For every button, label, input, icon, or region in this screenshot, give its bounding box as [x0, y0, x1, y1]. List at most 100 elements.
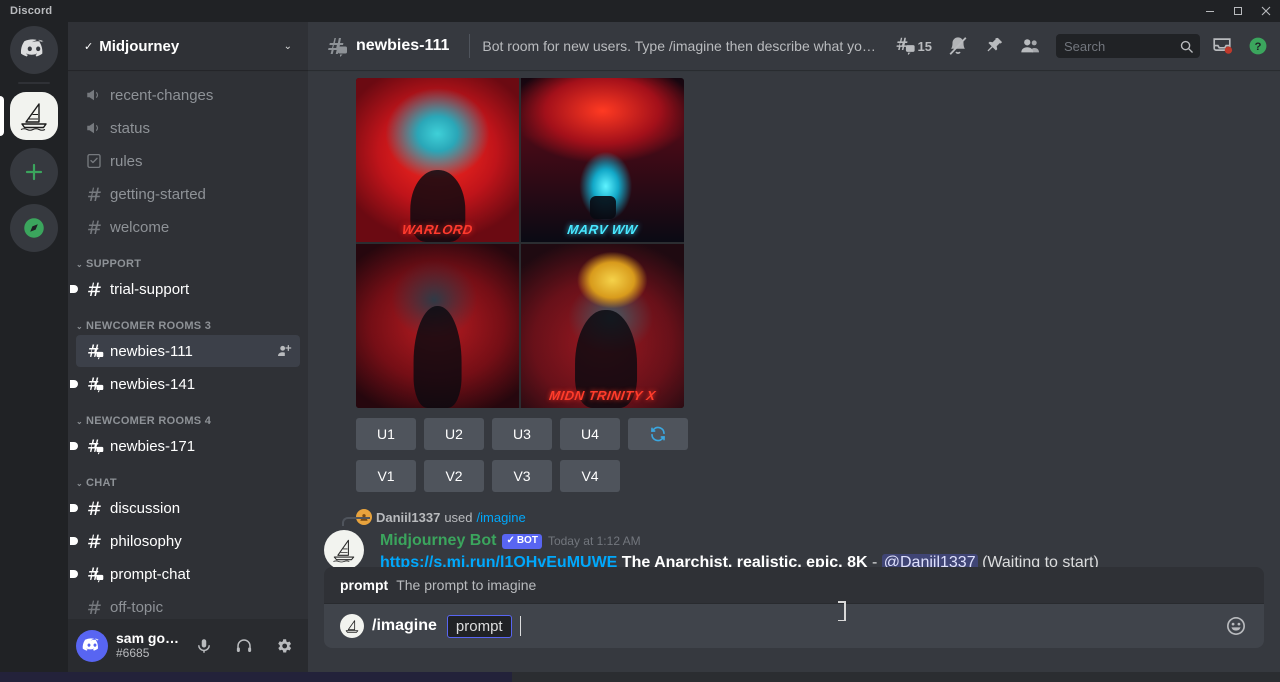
- grid-image-3[interactable]: [356, 244, 519, 408]
- close-button[interactable]: [1252, 0, 1280, 22]
- explore-servers-button[interactable]: [10, 204, 58, 252]
- channel-category-chat[interactable]: ⌄CHAT: [68, 463, 308, 491]
- channel-topic[interactable]: Bot room for new users. Type /imagine th…: [482, 38, 881, 54]
- hash-icon: [84, 531, 104, 551]
- minimize-button[interactable]: [1196, 0, 1224, 22]
- variation-button-v1[interactable]: V1: [356, 460, 416, 492]
- bot-badge-label: BOT: [517, 536, 538, 546]
- upscale-button-u2[interactable]: U2: [424, 418, 484, 450]
- reroll-button[interactable]: [628, 418, 688, 450]
- pin-icon[interactable]: [980, 32, 1008, 60]
- verified-badge: ✓: [84, 40, 93, 53]
- user-discriminator: #6685: [116, 647, 180, 660]
- add-member-icon[interactable]: [276, 343, 292, 359]
- unread-indicator: [70, 380, 78, 388]
- midjourney-image-grid[interactable]: WARLORD MARV WW: [356, 78, 684, 408]
- channel-category-newcomer-rooms-4[interactable]: ⌄NEWCOMER ROOMS 4: [68, 401, 308, 429]
- avatar[interactable]: [324, 530, 364, 567]
- variation-button-v2[interactable]: V2: [424, 460, 484, 492]
- channel-name: newbies-171: [110, 438, 292, 455]
- channel-category-newcomer-rooms-3[interactable]: ⌄NEWCOMER ROOMS 3: [68, 306, 308, 334]
- sidebar-item-newbies-171[interactable]: newbies-171: [76, 430, 300, 462]
- verified-check-icon: ✓: [506, 536, 514, 546]
- rail-divider: [18, 82, 50, 84]
- message-link[interactable]: https://s.mj.run/l1OHvEuMUWE: [380, 554, 617, 567]
- search-box[interactable]: [1056, 34, 1200, 58]
- guild-home[interactable]: [10, 26, 58, 74]
- hash-icon: [84, 217, 104, 237]
- upscale-button-u3[interactable]: U3: [492, 418, 552, 450]
- taskbar-right: [512, 672, 1280, 682]
- guild-midjourney-wrap: [0, 92, 68, 140]
- server-header[interactable]: ✓ Midjourney ⌄: [68, 22, 308, 70]
- add-server-button[interactable]: [10, 148, 58, 196]
- variation-button-v4[interactable]: V4: [560, 460, 620, 492]
- members-icon[interactable]: [1016, 32, 1044, 60]
- user-info[interactable]: sam good... #6685: [116, 631, 180, 660]
- sidebar-item-off-topic[interactable]: off-topic: [76, 591, 300, 619]
- sidebar-item-status[interactable]: status: [76, 112, 300, 144]
- hash-icon: [84, 597, 104, 617]
- message-mention[interactable]: @Daniil1337: [882, 554, 978, 567]
- grid-image-4-caption: MIDN TRINITY X: [521, 389, 684, 402]
- channel-name: recent-changes: [110, 87, 292, 104]
- command-name-link[interactable]: /imagine: [477, 510, 526, 525]
- hash-bot-icon: [324, 34, 348, 58]
- command-bot-avatar: [340, 614, 364, 638]
- message-composer[interactable]: /imagine prompt: [324, 604, 1264, 648]
- sidebar-item-rules[interactable]: rules: [76, 145, 300, 177]
- channel-category-support[interactable]: ⌄SUPPORT: [68, 244, 308, 272]
- grid-image-2[interactable]: MARV WW: [521, 78, 684, 242]
- guild-midjourney[interactable]: [10, 92, 58, 140]
- gear-icon[interactable]: [268, 630, 300, 662]
- variation-button-v3[interactable]: V3: [492, 460, 552, 492]
- avatar[interactable]: [76, 630, 108, 662]
- command-user[interactable]: Daniil1337: [376, 510, 440, 525]
- active-guild-indicator: [0, 96, 4, 136]
- composer-command-name: /imagine: [372, 617, 437, 635]
- channel-name: newbies-141: [110, 376, 292, 393]
- page-title: newbies-111: [356, 37, 449, 55]
- channel-name: trial-support: [110, 281, 292, 298]
- maximize-button[interactable]: [1224, 0, 1252, 22]
- upscale-button-u4[interactable]: U4: [560, 418, 620, 450]
- upscale-button-u1[interactable]: U1: [356, 418, 416, 450]
- headphones-icon[interactable]: [228, 630, 260, 662]
- help-icon[interactable]: ?: [1244, 32, 1272, 60]
- bot-message: Midjourney Bot ✓BOT Today at 1:12 AM htt…: [308, 528, 1264, 567]
- category-label: NEWCOMER ROOMS 3: [86, 320, 211, 332]
- grid-image-1[interactable]: WARLORD: [356, 78, 519, 242]
- threads-button[interactable]: 15: [890, 35, 936, 57]
- channel-header: newbies-111 Bot room for new users. Type…: [308, 22, 1280, 70]
- sidebar-item-newbies-141[interactable]: newbies-141: [76, 368, 300, 400]
- inbox-icon[interactable]: [1208, 32, 1236, 60]
- channel-list: recent-changes statusrulesgetting-started…: [68, 70, 308, 619]
- guild-explore-wrap: [0, 204, 68, 252]
- sidebar-item-discussion[interactable]: discussion: [76, 492, 300, 524]
- hash-icon: [84, 498, 104, 518]
- composer-param-chip[interactable]: prompt: [447, 615, 512, 638]
- sidebar-item-trial-support[interactable]: trial-support: [76, 273, 300, 305]
- microphone-icon[interactable]: [188, 630, 220, 662]
- bot-badge: ✓BOT: [502, 534, 542, 549]
- server-rail: [0, 22, 68, 672]
- sidebar-item-recent-changes[interactable]: recent-changes: [76, 79, 300, 111]
- chevron-down-icon: ⌄: [284, 41, 292, 52]
- sidebar-item-getting-started[interactable]: getting-started: [76, 178, 300, 210]
- sidebar-item-welcome[interactable]: welcome: [76, 211, 300, 243]
- message-list: WARLORD MARV WW: [308, 70, 1280, 567]
- search-icon: [1179, 39, 1194, 54]
- command-context: Daniil1337 used /imagine: [308, 508, 1264, 526]
- search-input[interactable]: [1064, 39, 1179, 54]
- composer-area: prompt The prompt to imagine /imagine pr…: [308, 567, 1280, 672]
- message-author[interactable]: Midjourney Bot: [380, 530, 496, 552]
- message-timestamp: Today at 1:12 AM: [548, 533, 641, 550]
- emoji-icon[interactable]: [1224, 614, 1248, 638]
- sidebar-item-philosophy[interactable]: philosophy: [76, 525, 300, 557]
- user-panel: sam good... #6685: [68, 619, 308, 672]
- sidebar-item-prompt-chat[interactable]: prompt-chat: [76, 558, 300, 590]
- sidebar-item-newbies-111[interactable]: newbies-111: [76, 335, 300, 367]
- grid-image-4[interactable]: MIDN TRINITY X: [521, 244, 684, 408]
- message-area[interactable]: WARLORD MARV WW: [308, 70, 1280, 567]
- bell-muted-icon[interactable]: [944, 32, 972, 60]
